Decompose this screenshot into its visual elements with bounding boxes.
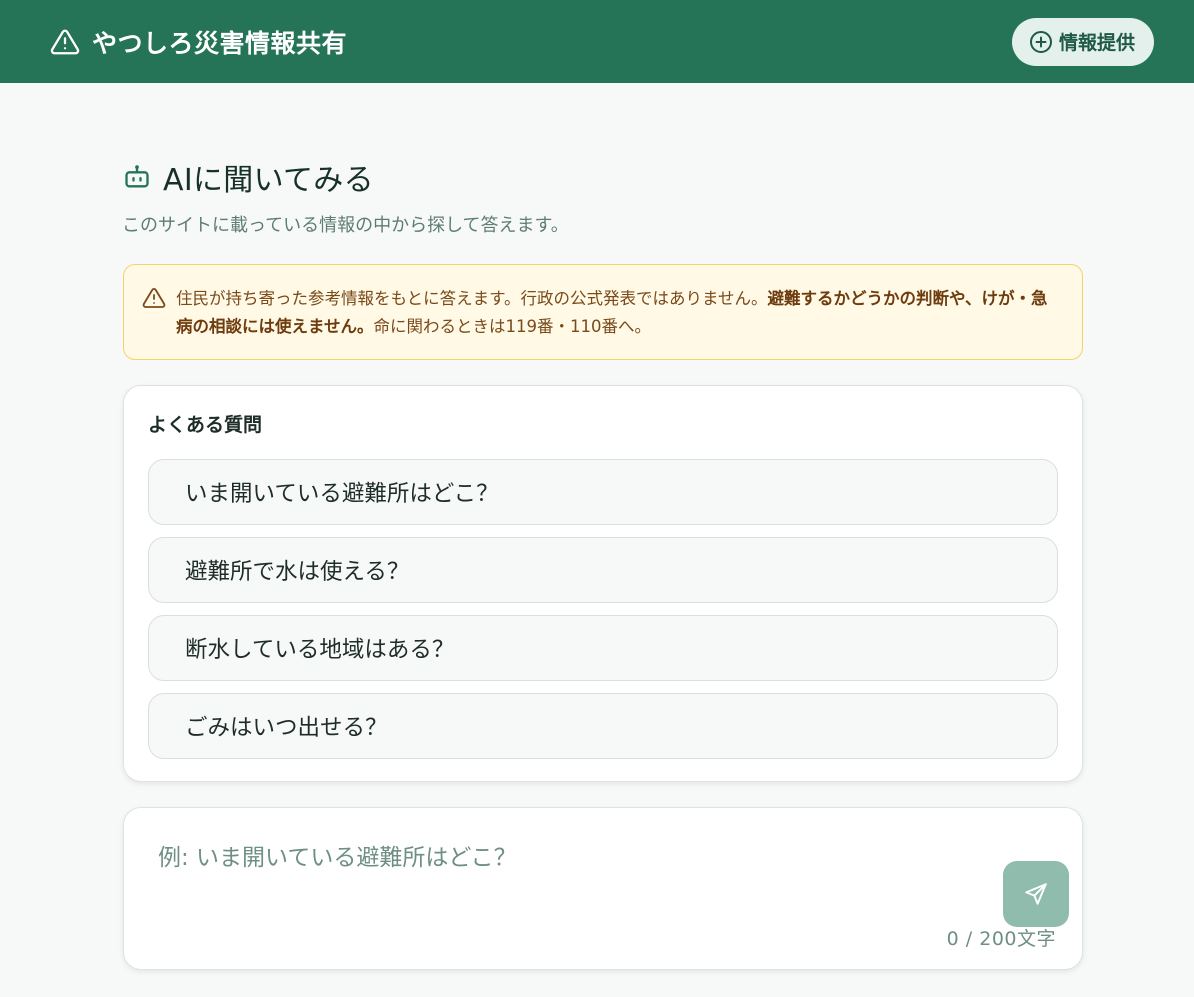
faq-question-button[interactable]: いま開いている避難所はどこ？ xyxy=(148,459,1058,525)
warning-triangle-icon xyxy=(50,27,80,57)
faq-list: いま開いている避難所はどこ？ 避難所で水は使える？ 断水している地域はある？ ご… xyxy=(148,459,1058,759)
faq-heading: よくある質問 xyxy=(148,414,263,436)
disclaimer-text-emergency: 命に関わるときは119番・110番へ。 xyxy=(373,317,652,336)
site-title: やつしろ災害情報共有 xyxy=(92,28,348,58)
assistant-heading: AIに聞いてみる xyxy=(123,155,1083,199)
report-info-button[interactable]: 情報提供 xyxy=(1011,17,1154,66)
robot-icon xyxy=(123,163,151,191)
disclaimer-notice: 住民が持ち寄った参考情報をもとに答えます。行政の公式発表ではありません。避難する… xyxy=(123,264,1083,360)
page-title: AIに聞いてみる xyxy=(163,163,374,198)
warning-triangle-icon xyxy=(142,286,166,310)
brand[interactable]: やつしろ災害情報共有 xyxy=(50,24,347,60)
faq-question-button[interactable]: 断水している地域はある？ xyxy=(148,615,1058,681)
paper-plane-icon xyxy=(1023,881,1049,907)
disclaimer-text-plain: 住民が持ち寄った参考情報をもとに答えます。行政の公式発表ではありません。 xyxy=(176,289,768,308)
faq-question-button[interactable]: ごみはいつ出せる？ xyxy=(148,693,1058,759)
question-input[interactable] xyxy=(158,838,998,938)
plus-circle-icon xyxy=(1029,30,1053,54)
disclaimer-text: 住民が持ち寄った参考情報をもとに答えます。行政の公式発表ではありません。避難する… xyxy=(176,285,1058,359)
assistant-section: AIに聞いてみる このサイトに載っている情報の中から探して答えます。 住民が持ち… xyxy=(122,155,1083,970)
report-info-button-label: 情報提供 xyxy=(1058,32,1135,54)
faq-question-button[interactable]: 避難所で水は使える？ xyxy=(148,537,1058,603)
character-counter: 0 / 200文字 xyxy=(946,928,1056,950)
send-button[interactable] xyxy=(1003,861,1069,927)
page-subtitle: このサイトに載っている情報の中から探して答えます。 xyxy=(122,215,569,236)
app-header: やつしろ災害情報共有 情報提供 xyxy=(0,0,1194,83)
question-composer: 0 / 200文字 xyxy=(123,807,1083,970)
faq-card: よくある質問 いま開いている避難所はどこ？ 避難所で水は使える？ 断水している地… xyxy=(123,385,1083,782)
